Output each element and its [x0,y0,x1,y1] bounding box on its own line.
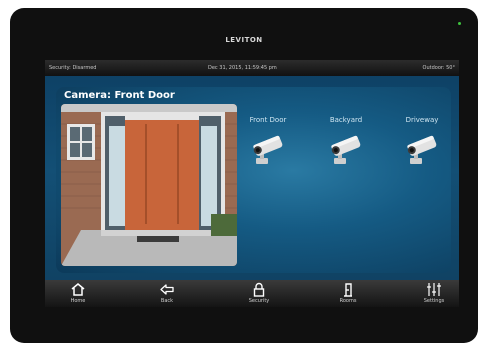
camera-item-front-door[interactable]: Front Door [233,116,303,166]
nav-label: Back [160,298,174,304]
camera-feed[interactable] [61,104,237,266]
camera-label: Backyard [329,116,363,124]
nav-label: Security [248,298,270,304]
door-icon [344,283,352,297]
nav-back-button[interactable]: Back [145,282,189,304]
nav-label: Home [70,298,86,304]
datetime: Dec 31, 2015, 11:59:45 pm [208,65,277,71]
status-bar: Security: Disarmed Dec 31, 2015, 11:59:4… [45,60,459,76]
nav-label: Settings [423,298,445,304]
front-door-video-image [61,104,237,266]
security-status: Security: Disarmed [49,65,97,71]
home-icon [71,283,85,296]
camera-panel: Camera: Front Door Front Door Backyard D… [56,87,451,273]
nav-rooms-button[interactable]: Rooms [326,282,370,304]
nav-settings-button[interactable]: Settings [412,282,456,304]
screen: Security: Disarmed Dec 31, 2015, 11:59:4… [45,60,459,307]
status-led [458,22,461,25]
security-camera-icon [407,135,437,164]
nav-home-button[interactable]: Home [56,282,100,304]
bottom-nav: Home Back Security Rooms Settings [45,280,459,307]
nav-label: Rooms [339,298,357,304]
touchscreen-device: LEVITON Security: Disarmed Dec 31, 2015,… [10,8,478,343]
camera-label: Driveway [405,116,439,124]
lock-icon [253,282,265,297]
sliders-icon [427,283,441,296]
camera-list: Front Door Backyard Driveway [239,104,451,266]
brand-logo: LEVITON [225,36,263,44]
back-arrow-icon [160,284,174,295]
nav-security-button[interactable]: Security [237,282,281,304]
panel-title: Camera: Front Door [64,90,175,101]
camera-label: Front Door [249,116,287,124]
camera-item-backyard[interactable]: Backyard [311,116,381,166]
outdoor-temperature: Outdoor: 50° [422,65,455,71]
security-camera-icon [331,135,361,164]
camera-item-driveway[interactable]: Driveway [387,116,451,166]
security-camera-icon [253,135,283,164]
